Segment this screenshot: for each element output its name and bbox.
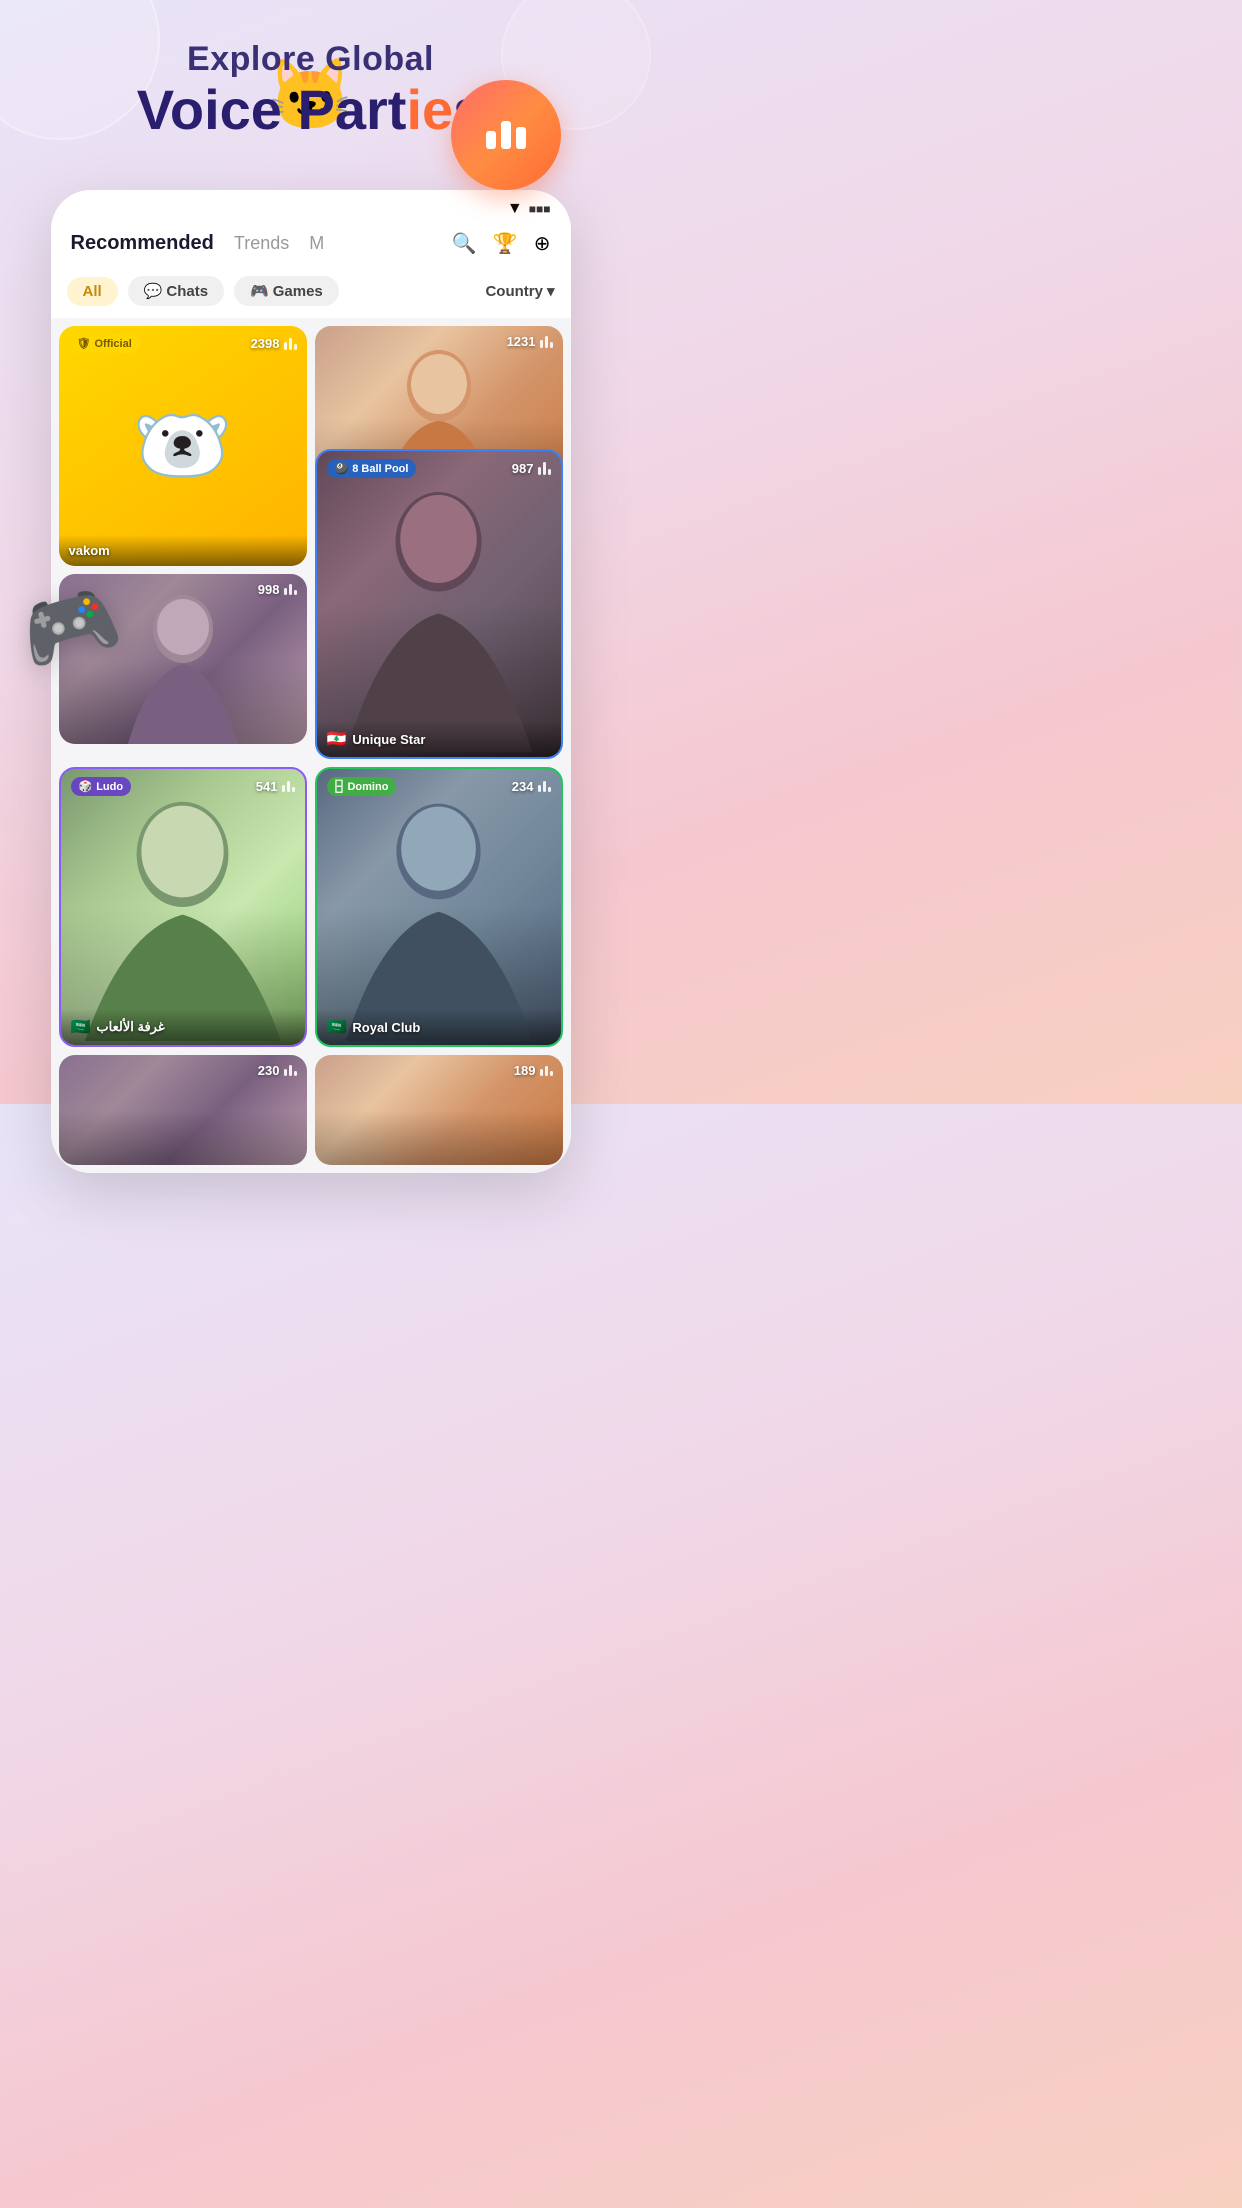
nav-more[interactable]: M [309,233,324,254]
bear-icon: 🐻‍❄️ [133,406,233,486]
bar-1 [486,131,496,149]
official-badge: 🛡 Official [69,334,140,353]
header-voice: Voice Part [137,78,407,141]
card-top-2: 1231 [315,326,563,357]
room-card-bottom-2[interactable]: 189 [315,1055,563,1165]
card-top-b1: 230 [59,1055,307,1086]
rooms-grid: 🐻‍❄️ 🛡 Official 2398 [51,318,571,767]
chats-icon: 💬 [144,282,163,300]
audio-bars-b2 [540,1066,553,1076]
official-bg: 🐻‍❄️ [59,326,307,566]
room-count-b1: 230 [258,1063,297,1078]
photo-person-ludo [61,769,305,1045]
app-icon-bars [486,121,526,149]
filter-all-button[interactable]: All [67,277,118,306]
nav-bar: Recommended Trends M 🔍 🏆 ⊕ [51,223,571,268]
room-count-b2: 189 [514,1063,553,1078]
room-count-2: 1231 [507,334,553,349]
audio-bars-b1 [284,1065,297,1076]
card-top-ludo: 🎲 Ludo 541 [61,769,305,804]
room-card-bottom-1[interactable]: 230 [59,1055,307,1165]
room-card-8ball[interactable]: 🎱 8 Ball Pool 987 🇱🇧 Unique Sta [315,449,563,759]
audio-bar-1 [284,342,287,350]
rooms-grid-row2: 🎲 Ludo 541 🇸🇦 غرفة الألعاب [51,767,571,1047]
card-bottom-8ball: 🇱🇧 Unique Star [317,721,561,757]
lebanon-flag: 🇱🇧 [327,729,347,749]
card-bottom-domino: 🇸🇦 Royal Club [317,1009,561,1045]
country-filter[interactable]: Country ▾ [485,282,554,300]
card-bottom-ludo: 🇸🇦 غرفة الألعاب [61,1009,305,1045]
bar-3 [516,127,526,149]
saudi-flag-domino: 🇸🇦 [327,1017,347,1037]
room-name-domino: Royal Club [352,1020,420,1035]
room-count-3: 998 [258,582,297,597]
domino-icon: 🁣 [335,780,344,793]
shield-icon: 🛡 [77,337,91,350]
trophy-icon[interactable]: 🏆 [493,231,518,256]
header-line1: Explore Global [0,40,621,79]
search-icon[interactable]: 🔍 [452,231,477,256]
room-count-domino: 234 [512,779,551,794]
rooms-grid-bottom: 230 189 [51,1047,571,1173]
audio-bar-2 [289,338,292,350]
wifi-icon: ▼ [507,200,523,218]
domino-badge: 🁣 Domino [327,777,397,796]
bar-2 [501,121,511,149]
phone-mockup: ▼ ■■■ Recommended Trends M 🔍 🏆 ⊕ All 💬 C… [51,190,571,1173]
filter-games-button[interactable]: 🎮 Games [234,276,339,306]
audio-bars-domino [538,781,551,792]
card-bottom-overlay: vakom [59,535,307,566]
photo-person-domino [317,769,561,1045]
saudi-flag-ludo: 🇸🇦 [71,1017,91,1037]
app-icon[interactable] [451,80,561,190]
nav-icons: 🔍 🏆 ⊕ [452,231,551,256]
audio-bars-3 [284,584,297,595]
filter-chats-button[interactable]: 💬 Chats [128,276,224,306]
audio-bars-ludo [282,781,295,792]
photo-person-8ball [317,451,561,757]
card-top-domino: 🁣 Domino 234 [317,769,561,804]
8ball-badge: 🎱 8 Ball Pool [327,459,417,478]
games-icon: 🎮 [250,282,269,300]
ludo-badge: 🎲 Ludo [71,777,132,796]
add-room-icon[interactable]: ⊕ [534,231,551,256]
room-name-8ball: Unique Star [352,732,425,747]
ludo-icon: 🎲 [79,780,93,793]
audio-bars [284,338,297,350]
chevron-down-icon: ▾ [547,282,555,300]
room-name-ludo: غرفة الألعاب [96,1019,164,1035]
room-name-official: vakom [69,543,110,558]
filter-bar: All 💬 Chats 🎮 Games Country ▾ [51,268,571,318]
status-bar: ▼ ■■■ [51,190,571,223]
battery-icon: ■■■ [529,202,551,216]
room-count-ludo: 541 [256,779,295,794]
8ball-icon: 🎱 [335,462,349,475]
card-top-b2: 189 [315,1055,563,1086]
room-count-official: 2398 [251,336,297,351]
card-top-8ball: 🎱 8 Ball Pool 987 [317,451,561,486]
audio-bars-8ball [538,462,551,475]
room-card-ludo[interactable]: 🎲 Ludo 541 🇸🇦 غرفة الألعاب [59,767,307,1047]
nav-trends[interactable]: Trends [234,233,289,254]
card-top-overlay: 🛡 Official 2398 [59,326,307,361]
room-card-official[interactable]: 🐻‍❄️ 🛡 Official 2398 [59,326,307,566]
nav-recommended[interactable]: Recommended [71,232,214,255]
audio-bars-2 [540,336,553,348]
audio-bar-3 [294,344,297,350]
room-count-8ball: 987 [512,461,551,476]
room-card-domino[interactable]: 🁣 Domino 234 🇸🇦 Royal Club [315,767,563,1047]
